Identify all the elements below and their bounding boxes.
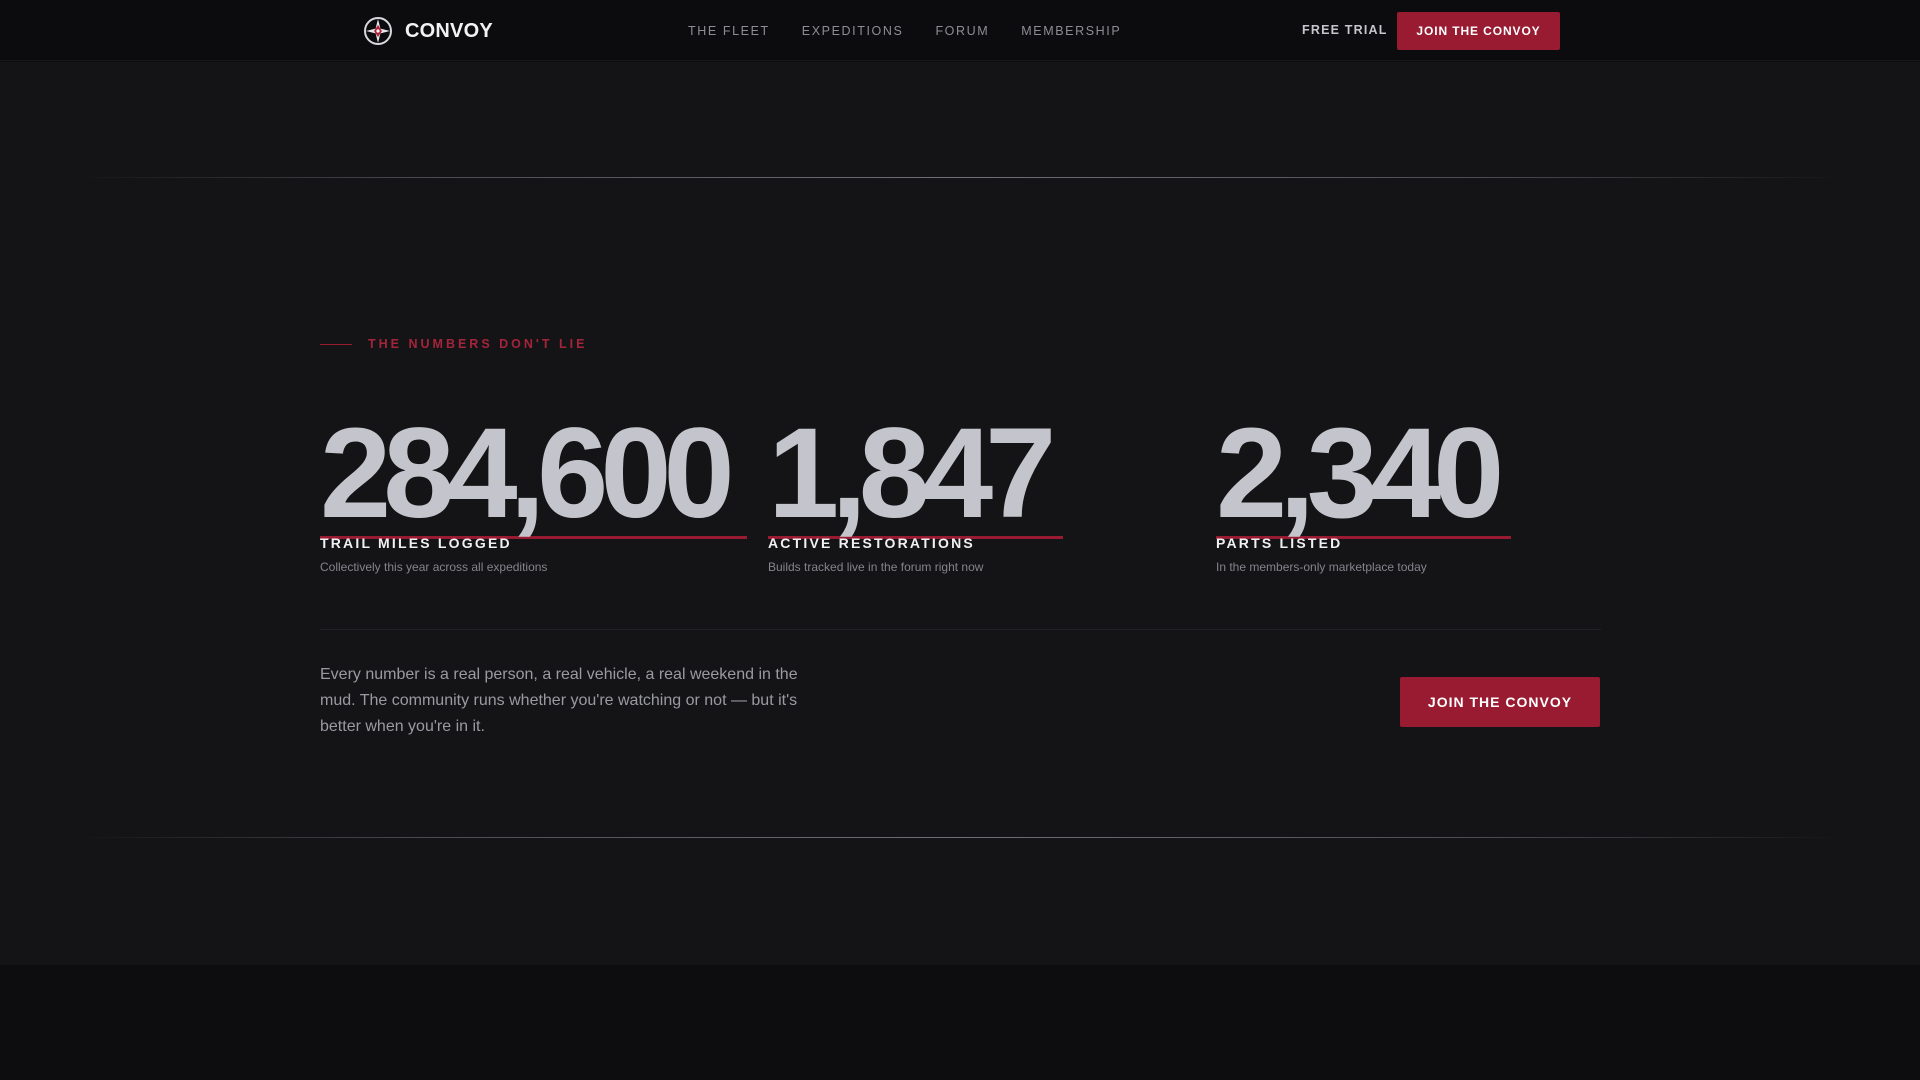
section-bottom-rule [75,837,1845,838]
stat-description: In the members-only marketplace today [1216,560,1427,574]
brand-home-link[interactable]: CONVOY [363,15,493,47]
stat-label: TRAIL MILES LOGGED [320,535,512,551]
nav-link-membership[interactable]: MEMBERSHIP [1021,24,1121,38]
nav-link-the-fleet[interactable]: THE FLEET [688,24,770,38]
free-trial-link[interactable]: FREE TRIAL [1302,23,1388,37]
section-eyebrow: THE NUMBERS DON'T LIE [320,337,587,351]
closing-paragraph: Every number is a real person, a real ve… [320,666,798,735]
stat-value: 284,600 [320,402,735,545]
stat-value: 1,847 [768,402,1056,545]
eyebrow-text: THE NUMBERS DON'T LIE [368,337,588,351]
top-navigation-bar: CONVOY THE FLEET EXPEDITIONS FORUM MEMBE… [0,0,1920,61]
join-convoy-header-button[interactable]: JOIN THE CONVOY [1397,12,1560,50]
stat-label: PARTS LISTED [1216,535,1343,551]
content-divider [320,629,1601,630]
stats-section: THE NUMBERS DON'T LIE 284,600 TRAIL MILE… [0,62,1920,965]
stat-trail-miles: 284,600 TRAIL MILES LOGGED Collectively … [320,410,747,579]
compass-logo-icon [364,17,392,45]
join-convoy-cta-button[interactable]: JOIN THE CONVOY [1400,677,1600,727]
main-nav: THE FLEET EXPEDITIONS FORUM MEMBERSHIP [688,0,1121,61]
stat-label: ACTIVE RESTORATIONS [768,535,975,551]
stat-value: 2,340 [1216,402,1504,545]
stat-active-restorations: 1,847 ACTIVE RESTORATIONS Builds tracked… [768,410,1063,579]
brand-name: CONVOY [405,19,493,42]
stat-description: Builds tracked live in the forum right n… [768,560,984,574]
stat-parts-listed: 2,340 PARTS LISTED In the members-only m… [1216,410,1511,579]
nav-link-forum[interactable]: FORUM [935,24,989,38]
section-top-rule [75,177,1845,178]
eyebrow-rule [320,343,352,345]
nav-link-expeditions[interactable]: EXPEDITIONS [802,24,904,38]
stat-description: Collectively this year across all expedi… [320,560,548,574]
